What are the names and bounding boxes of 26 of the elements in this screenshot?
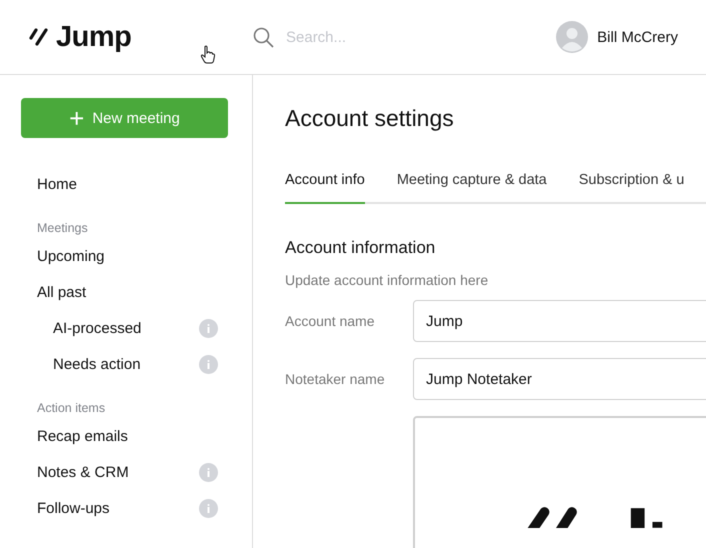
hand-cursor-icon	[200, 45, 216, 64]
user-name[interactable]: Bill McCrery	[597, 28, 678, 46]
search-icon	[253, 26, 274, 48]
nav-item[interactable]: Follow-ups	[37, 500, 110, 516]
section-label: Action items	[36, 400, 106, 417]
input-field[interactable]: Jump	[413, 300, 706, 342]
field-label: Account name	[285, 313, 376, 329]
nav-item[interactable]: Recap emails	[37, 428, 128, 444]
settings-tab[interactable]: Meeting capture & data	[396, 172, 547, 204]
section-label: Meetings	[36, 220, 89, 237]
page-title: Account settings	[285, 105, 455, 132]
settings-tab[interactable]: Subscription & u	[578, 172, 684, 204]
nav-item[interactable]: AI-processed	[53, 320, 142, 336]
nav-item[interactable]: Notes & CRM	[37, 464, 129, 480]
settings-tab[interactable]: Account info	[285, 172, 365, 204]
section-title: Account information	[285, 238, 436, 258]
logo-icon	[28, 27, 50, 47]
nav-item[interactable]: Upcoming	[37, 248, 105, 264]
nav-item[interactable]: Home	[37, 176, 78, 192]
field-label: Notetaker name	[285, 371, 386, 387]
section-subtitle: Update account information here	[285, 272, 490, 288]
logo-upload-box[interactable]	[413, 416, 706, 548]
nav-item[interactable]: All past	[37, 284, 86, 300]
brand-name: Jump	[56, 20, 132, 54]
nav-item[interactable]: Needs action	[53, 356, 141, 372]
input-field[interactable]: Jump Notetaker	[413, 358, 706, 400]
